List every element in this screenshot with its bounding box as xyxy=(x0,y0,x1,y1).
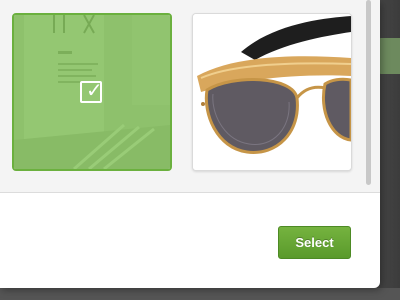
image-thumbnail-sunglasses[interactable] xyxy=(192,13,352,171)
check-icon: ✓ xyxy=(86,78,103,102)
image-picker-modal: ✓ Select xyxy=(0,0,380,288)
scrollbar-thumb[interactable] xyxy=(366,0,371,185)
select-button[interactable]: Select xyxy=(278,226,351,259)
grid-scrollbar[interactable] xyxy=(366,0,372,185)
background-footer xyxy=(0,288,400,300)
checkbox-checked-icon[interactable]: ✓ xyxy=(80,78,103,103)
sunglasses-photo xyxy=(193,14,351,170)
background-tab xyxy=(378,38,400,74)
image-grid: ✓ xyxy=(0,0,380,193)
image-thumbnail-building[interactable]: ✓ xyxy=(12,13,172,171)
